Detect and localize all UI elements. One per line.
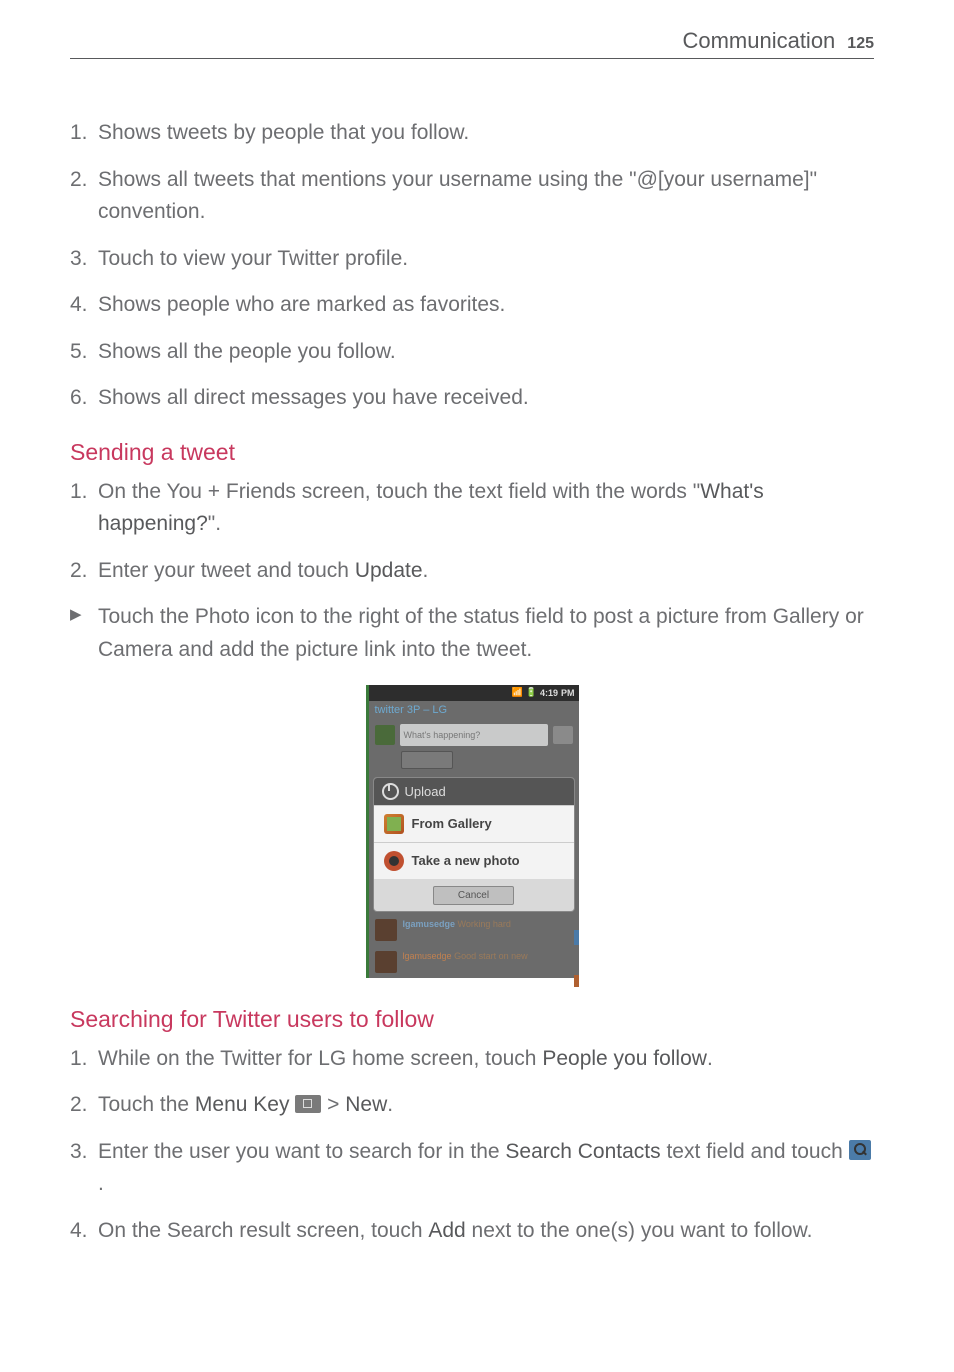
scroll-indicator — [574, 930, 579, 945]
update-row — [369, 751, 579, 775]
text-fragment: On the Search result screen, touch — [98, 1219, 428, 1242]
text-fragment: Enter your tweet and touch — [98, 559, 355, 582]
step-text: On the Search result screen, touch Add n… — [98, 1215, 874, 1248]
intro-item: Touch to view your Twitter profile. — [98, 243, 874, 276]
update-button[interactable] — [401, 751, 453, 769]
feed-text: lgamusedge Good start on new — [403, 951, 573, 961]
section-heading-searching: Searching for Twitter users to follow — [70, 1006, 874, 1033]
text-fragment: . — [387, 1093, 393, 1116]
sheet-option-gallery[interactable]: From Gallery — [374, 805, 574, 842]
menu-key-icon — [295, 1095, 321, 1113]
step-text: Touch the Menu Key > New. — [98, 1089, 874, 1122]
bold-text: Add — [428, 1219, 465, 1242]
phone-statusbar: 📶 🔋 4:19 PM — [369, 685, 579, 701]
intro-item: Shows all the people you follow. — [98, 336, 874, 369]
feed-avatar — [375, 919, 397, 941]
intro-item: Shows people who are marked as favorites… — [98, 289, 874, 322]
feed-item: lgamusedge Good start on new — [369, 946, 579, 978]
text-fragment: Enter the user you want to search for in… — [98, 1140, 505, 1163]
text-fragment: On the You + Friends screen, touch the t… — [98, 480, 700, 503]
bold-text: People you follow — [542, 1047, 707, 1070]
sheet-cancel-row: Cancel — [374, 879, 574, 911]
figure-screenshot: 📶 🔋 4:19 PM twitter 3P – LG What's happe… — [70, 685, 874, 978]
triangle-bullet-icon: ▶ — [70, 601, 98, 666]
compose-input[interactable]: What's happening? — [400, 724, 548, 746]
intro-item: Shows all tweets that mentions your user… — [98, 164, 874, 229]
text-fragment: > — [321, 1093, 345, 1116]
intro-item: Shows all direct messages you have recei… — [98, 382, 874, 415]
document-page: Communication 125 1.Shows tweets by peop… — [0, 0, 954, 1321]
status-time: 4:19 — [540, 688, 558, 698]
text-fragment: . — [423, 559, 429, 582]
feed-text: lgamusedge Working hard — [403, 919, 573, 929]
step-text: While on the Twitter for LG home screen,… — [98, 1043, 874, 1076]
avatar — [375, 725, 395, 745]
text-fragment: next to the one(s) you want to follow. — [466, 1219, 813, 1242]
sheet-header: Upload — [374, 778, 574, 805]
feed-avatar — [375, 951, 397, 973]
camera-icon — [384, 851, 404, 871]
option-label: Take a new photo — [412, 853, 520, 868]
step-text: Enter the user you want to search for in… — [98, 1136, 874, 1201]
battery-icon: 🔋 — [526, 687, 537, 698]
page-number: 125 — [847, 35, 874, 53]
placeholder-text: What's happening? — [404, 730, 481, 740]
page-header: Communication 125 — [70, 28, 874, 58]
text-fragment: ". — [208, 512, 221, 535]
feed-item: lgamusedge Working hard — [369, 914, 579, 946]
text-fragment: Touch the — [98, 1093, 195, 1116]
app-title: twitter 3P – LG — [369, 701, 579, 719]
text-fragment: While on the Twitter for LG home screen,… — [98, 1047, 542, 1070]
bullet-text: Touch the Photo icon to the right of the… — [98, 601, 874, 666]
intro-item: Shows tweets by people that you follow. — [98, 117, 874, 150]
bold-text: New — [345, 1093, 387, 1116]
feed-username: lgamusedge — [403, 951, 452, 961]
text-fragment: . — [707, 1047, 713, 1070]
sheet-title: Upload — [405, 784, 446, 799]
upload-icon — [382, 783, 399, 800]
scroll-indicator — [574, 975, 579, 987]
gallery-icon — [384, 814, 404, 834]
search-icon — [849, 1140, 871, 1160]
text-fragment: . — [98, 1172, 104, 1195]
step-text: Enter your tweet and touch Update. — [98, 555, 874, 588]
text-fragment: text field and touch — [661, 1140, 849, 1163]
header-rule — [70, 58, 874, 59]
upload-sheet: Upload From Gallery Take a new photo Can… — [373, 777, 575, 912]
feed-username: lgamusedge — [403, 919, 456, 929]
step-text: On the You + Friends screen, touch the t… — [98, 476, 874, 541]
bold-text: Update — [355, 559, 423, 582]
section2-steps: 1. While on the Twitter for LG home scre… — [70, 1043, 874, 1248]
signal-icon: 📶 — [512, 687, 523, 698]
phone-screenshot: 📶 🔋 4:19 PM twitter 3P – LG What's happe… — [366, 685, 579, 978]
section-heading-sending-tweet: Sending a tweet — [70, 439, 874, 466]
bullet-item: ▶ Touch the Photo icon to the right of t… — [70, 601, 874, 666]
section-title: Communication — [682, 28, 835, 54]
intro-list: 1.Shows tweets by people that you follow… — [70, 117, 874, 415]
photo-icon[interactable] — [553, 726, 573, 744]
sheet-option-camera[interactable]: Take a new photo — [374, 842, 574, 879]
option-label: From Gallery — [412, 816, 492, 831]
bold-text: Menu Key — [195, 1093, 290, 1116]
section1-steps: 1. On the You + Friends screen, touch th… — [70, 476, 874, 588]
bold-text: Search Contacts — [505, 1140, 660, 1163]
feed-body: Working hard — [458, 919, 511, 929]
status-pm: PM — [561, 688, 575, 698]
compose-row: What's happening? — [369, 719, 579, 751]
cancel-button[interactable]: Cancel — [433, 886, 514, 905]
feed-body: Good start on new — [454, 951, 528, 961]
